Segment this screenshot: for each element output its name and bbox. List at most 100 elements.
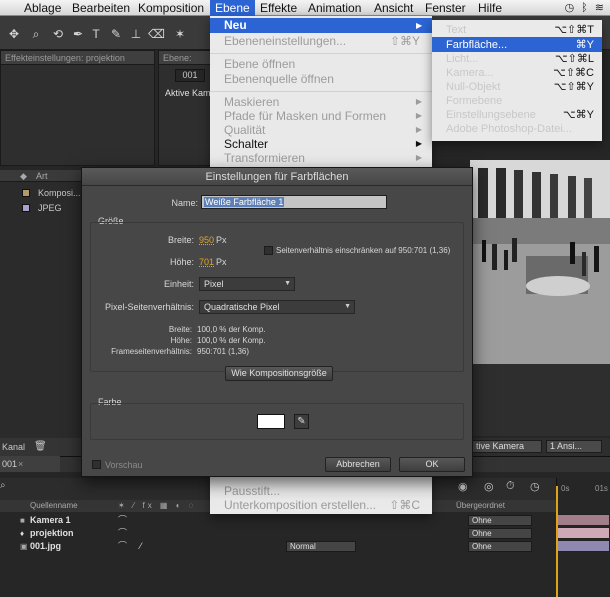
layer-bar-camera[interactable] bbox=[556, 514, 610, 526]
puppet-tool-icon[interactable]: ✶ bbox=[172, 26, 188, 42]
shortcut-text: ⌥⇧⌘T bbox=[554, 24, 594, 36]
source-name-header[interactable]: Quellenname bbox=[30, 500, 78, 512]
name-input[interactable]: Weiße Farbfläche 1 bbox=[201, 195, 387, 209]
type-column-header[interactable]: Art bbox=[36, 170, 48, 182]
trash-icon[interactable]: 🗑 bbox=[34, 438, 47, 456]
menu-item-pausstift[interactable]: Pausstift... bbox=[224, 484, 280, 498]
composition-footer: tive Kamera 1 Ansi... bbox=[472, 438, 610, 456]
timeline-row[interactable]: ♦ projektion ⌒ Ohne bbox=[0, 527, 556, 540]
rotate-tool-icon[interactable]: ⟲ bbox=[50, 26, 66, 42]
menu-animation[interactable]: Animation bbox=[306, 0, 363, 16]
wifi-icon[interactable]: ≋ bbox=[595, 1, 604, 15]
comp-size-button[interactable]: Wie Kompositionsgröße bbox=[225, 366, 333, 381]
eyedropper-icon[interactable]: ✎ bbox=[294, 414, 309, 429]
quality-switch-icon[interactable]: ⁄ bbox=[140, 540, 142, 553]
menu-bearbeiten[interactable]: Bearbeiten bbox=[70, 0, 132, 16]
draft-3d-icon[interactable]: ◎ bbox=[484, 480, 494, 493]
graph-editor-icon[interactable]: ⏱ bbox=[506, 480, 515, 493]
name-input-value: Weiße Farbfläche 1 bbox=[204, 197, 285, 207]
menu-item-kamera[interactable]: Kamera... bbox=[446, 66, 494, 80]
layer-bar-001[interactable] bbox=[556, 540, 610, 552]
unit-select[interactable]: Pixel ▼ bbox=[199, 277, 295, 291]
shy-switch-icon[interactable]: ⌒ bbox=[118, 527, 127, 540]
menu-item-ebene-oeffnen[interactable]: Ebene öffnen bbox=[224, 57, 295, 71]
ok-button[interactable]: OK bbox=[399, 457, 465, 472]
apple-icon[interactable] bbox=[6, 0, 10, 16]
info-height-label: Höhe: bbox=[170, 336, 192, 345]
time-ruler[interactable]: 0s 01s bbox=[556, 478, 610, 512]
menu-item-qualitaet[interactable]: Qualität bbox=[224, 123, 265, 137]
timeline-tab[interactable]: 001 × bbox=[0, 456, 60, 472]
search-icon[interactable]: ⌕ bbox=[0, 480, 6, 491]
zoom-tool-icon[interactable]: ⌕ bbox=[28, 26, 44, 42]
menu-item-pfade[interactable]: Pfade für Masken und Formen bbox=[224, 109, 386, 123]
menu-item-ebeneneinstellungen[interactable]: Ebeneneinstellungen... bbox=[224, 34, 346, 48]
layer-name[interactable]: 001.jpg bbox=[30, 540, 61, 553]
shortcut-einstellungsebene: ⌥⌘Y bbox=[562, 109, 594, 121]
cancel-button[interactable]: Abbrechen bbox=[325, 457, 391, 472]
parent-header[interactable]: Übergeordnet bbox=[456, 500, 505, 512]
menu-item-formebene[interactable]: Formebene bbox=[446, 94, 502, 108]
layer-bar-projektion[interactable] bbox=[556, 527, 610, 539]
menu-item-farbflaeche[interactable]: Farbfläche... bbox=[446, 38, 507, 52]
pen-tool-icon[interactable]: ✒ bbox=[70, 26, 86, 42]
motion-blur-icon[interactable]: ◉ bbox=[458, 480, 468, 493]
current-time-indicator[interactable] bbox=[556, 486, 558, 597]
menu-hilfe[interactable]: Hilfe bbox=[476, 0, 504, 16]
time-machine-icon[interactable]: ◷ bbox=[565, 1, 575, 15]
menu-item-schalter[interactable]: Schalter bbox=[224, 137, 268, 151]
shy-switch-icon[interactable]: ⌒ bbox=[118, 514, 127, 527]
layer-number-field[interactable]: 001 bbox=[175, 69, 205, 82]
blend-mode-select[interactable]: Normal bbox=[286, 541, 356, 552]
menu-effekte[interactable]: Effekte bbox=[258, 0, 299, 16]
aspect-lock-checkbox[interactable] bbox=[264, 246, 273, 255]
preview-checkbox[interactable] bbox=[92, 460, 101, 469]
height-value[interactable]: 701 bbox=[199, 257, 214, 267]
width-value[interactable]: 950 bbox=[199, 235, 214, 245]
menu-ebene[interactable]: Ebene bbox=[210, 0, 255, 16]
clone-tool-icon[interactable]: ⊥ bbox=[128, 26, 144, 42]
parent-select[interactable]: Ohne bbox=[468, 541, 532, 552]
menu-ablage[interactable]: Ablage bbox=[22, 0, 63, 16]
view-layout-select[interactable]: 1 Ansi... bbox=[546, 440, 602, 453]
hand-tool-icon[interactable]: ✥ bbox=[6, 26, 22, 42]
text-tool-icon[interactable]: T bbox=[88, 26, 104, 42]
color-swatch[interactable] bbox=[257, 414, 285, 429]
eraser-tool-icon[interactable]: ⌫ bbox=[148, 26, 165, 42]
menu-item-einstellungsebene[interactable]: Einstellungsebene bbox=[446, 108, 536, 122]
parent-select[interactable]: Ohne bbox=[468, 528, 532, 539]
effects-panel: Effekteinstellungen: projektion bbox=[0, 50, 155, 166]
menu-item-maskieren[interactable]: Maskieren bbox=[224, 95, 279, 109]
footage-icon: ▣ bbox=[20, 542, 28, 551]
layer-name[interactable]: Kamera 1 bbox=[30, 514, 71, 527]
menu-item-photoshop-datei[interactable]: Adobe Photoshop-Datei... bbox=[446, 122, 572, 136]
menu-item-text[interactable]: Text bbox=[446, 23, 466, 37]
parent-select[interactable]: Ohne bbox=[468, 515, 532, 526]
composition-preview-image bbox=[470, 160, 610, 436]
timeline-row[interactable]: ▣ 001.jpg ⌒ ⁄ Normal Ohne bbox=[0, 540, 556, 553]
timeline-row[interactable]: ■ Kamera 1 ⌒ Ohne bbox=[0, 514, 556, 527]
active-camera-select[interactable]: tive Kamera bbox=[472, 440, 542, 453]
menu-item-transformieren[interactable]: Transformieren bbox=[224, 151, 305, 165]
menu-fenster[interactable]: Fenster bbox=[423, 0, 468, 16]
layer-name[interactable]: projektion bbox=[30, 527, 74, 540]
project-row-1[interactable]: Komposi... bbox=[0, 186, 82, 200]
project-row-2[interactable]: JPEG bbox=[0, 201, 82, 215]
menu-ansicht[interactable]: Ansicht bbox=[372, 0, 415, 16]
bluetooth-icon[interactable]: ᛒ bbox=[581, 1, 588, 15]
menu-item-licht[interactable]: Licht... bbox=[446, 52, 478, 66]
pixel-aspect-select[interactable]: Quadratische Pixel ▼ bbox=[199, 300, 355, 314]
ruler-start-label: 0s bbox=[561, 484, 570, 493]
shy-switch-icon[interactable]: ⌒ bbox=[118, 540, 127, 553]
menu-komposition[interactable]: Komposition bbox=[136, 0, 206, 16]
effects-panel-tab[interactable]: Effekteinstellungen: projektion bbox=[1, 51, 154, 65]
aspect-lock-label[interactable]: Seitenverhältnis einschränken auf 950:70… bbox=[276, 246, 450, 255]
menu-item-ebenenquelle-oeffnen[interactable]: Ebenenquelle öffnen bbox=[224, 72, 334, 86]
close-icon[interactable]: × bbox=[18, 456, 23, 472]
brush-tool-icon[interactable]: ✎ bbox=[108, 26, 124, 42]
menu-item-null-objekt[interactable]: Null-Objekt bbox=[446, 80, 500, 94]
menu-item-unterkomposition[interactable]: Unterkomposition erstellen... bbox=[224, 498, 376, 512]
unit-select-value: Pixel bbox=[204, 279, 224, 289]
menubar: Ablage Bearbeiten Komposition Ebene Effe… bbox=[0, 0, 610, 16]
clock-icon[interactable]: ◷ bbox=[530, 480, 540, 493]
